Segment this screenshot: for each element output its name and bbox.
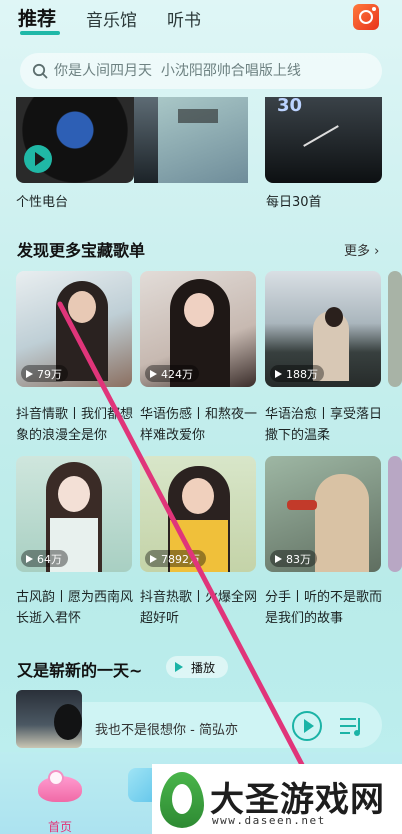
playlist-card-partial[interactable]: [388, 456, 402, 572]
play-icon: [150, 369, 157, 378]
playlist-title: 华语治愈丨享受落日撒下的温柔: [265, 407, 383, 443]
play-count: 83万: [286, 552, 311, 566]
play-icon: [175, 662, 183, 672]
search-input[interactable]: [54, 63, 374, 79]
playlist-card[interactable]: 7892万: [140, 456, 256, 572]
section-title-new-day: 又是崭新的一天~: [17, 661, 143, 680]
playlist-card[interactable]: 64万: [16, 456, 132, 572]
playlist-title: 华语伤感丨和熬夜一样难改爱你: [140, 407, 258, 443]
playlist-title: 抖音情歌丨我们都想象的浪漫全是你: [16, 407, 134, 443]
search-bar[interactable]: [20, 53, 382, 89]
personal-radio-cover[interactable]: [16, 97, 134, 183]
active-tab-indicator: [20, 31, 60, 35]
play-count: 188万: [286, 367, 318, 381]
play-all-button[interactable]: 播放: [166, 656, 228, 678]
play-count-badge: 83万: [270, 550, 317, 567]
more-label: 更多: [344, 244, 371, 259]
tab-music-hall[interactable]: 音乐馆: [86, 6, 137, 31]
play-count: 79万: [37, 367, 62, 381]
play-count: 7892万: [161, 552, 200, 566]
play-icon: [275, 554, 282, 563]
daily-30-cover[interactable]: 30: [265, 97, 382, 183]
now-playing-cover[interactable]: [16, 690, 82, 748]
play-icon: [150, 554, 157, 563]
play-icon: [26, 554, 33, 563]
playlist-queue-icon[interactable]: [340, 716, 364, 738]
music-app-icon[interactable]: [353, 4, 379, 30]
daily-30-label: 每日30首: [266, 195, 322, 210]
playlist-card[interactable]: 188万: [265, 271, 381, 387]
playlist-title: 古风韵丨愿为西南风 长逝入君怀: [16, 590, 134, 626]
play-icon: [275, 369, 282, 378]
play-icon: [303, 719, 314, 733]
now-playing-title[interactable]: 我也不是很想你 - 简弘亦: [95, 719, 238, 738]
play-count-badge: 79万: [21, 365, 68, 382]
search-icon: [32, 63, 48, 79]
more-link[interactable]: 更多 ›: [344, 240, 379, 259]
top-tabs: 推荐 音乐馆 听书: [0, 0, 402, 44]
playlist-card[interactable]: 424万: [140, 271, 256, 387]
play-icon: [26, 369, 33, 378]
play-count-badge: 188万: [270, 365, 324, 382]
tab-recommend[interactable]: 推荐: [18, 4, 56, 31]
play-count: 424万: [161, 367, 193, 381]
nav-home-label[interactable]: 首页: [48, 818, 72, 834]
section-title: 发现更多宝藏歌单: [17, 241, 146, 260]
playlist-art-middle[interactable]: [158, 97, 248, 183]
daily-30-cover-text: 30: [277, 97, 303, 116]
tab-audiobooks[interactable]: 听书: [167, 6, 201, 31]
playlist-title: 分手丨听的不是歌而是我们的故事: [265, 590, 383, 626]
personal-radio-label: 个性电台: [16, 195, 69, 210]
play-pause-button[interactable]: [292, 711, 322, 741]
play-count: 64万: [37, 552, 62, 566]
play-all-label: 播放: [191, 660, 216, 675]
playlist-card-partial[interactable]: [388, 271, 402, 387]
play-count-badge: 424万: [145, 365, 199, 382]
playlist-card[interactable]: 83万: [265, 456, 381, 572]
watermark-url: www.daseen.net: [212, 814, 326, 827]
home-nav-icon[interactable]: [34, 768, 86, 808]
playlist-title: 抖音热歌丨火爆全网超好听: [140, 590, 258, 626]
play-count-badge: 7892万: [145, 550, 206, 567]
chevron-right-icon: ›: [374, 244, 380, 259]
play-button[interactable]: [24, 145, 52, 173]
play-count-badge: 64万: [21, 550, 68, 567]
playlist-card[interactable]: 79万: [16, 271, 132, 387]
